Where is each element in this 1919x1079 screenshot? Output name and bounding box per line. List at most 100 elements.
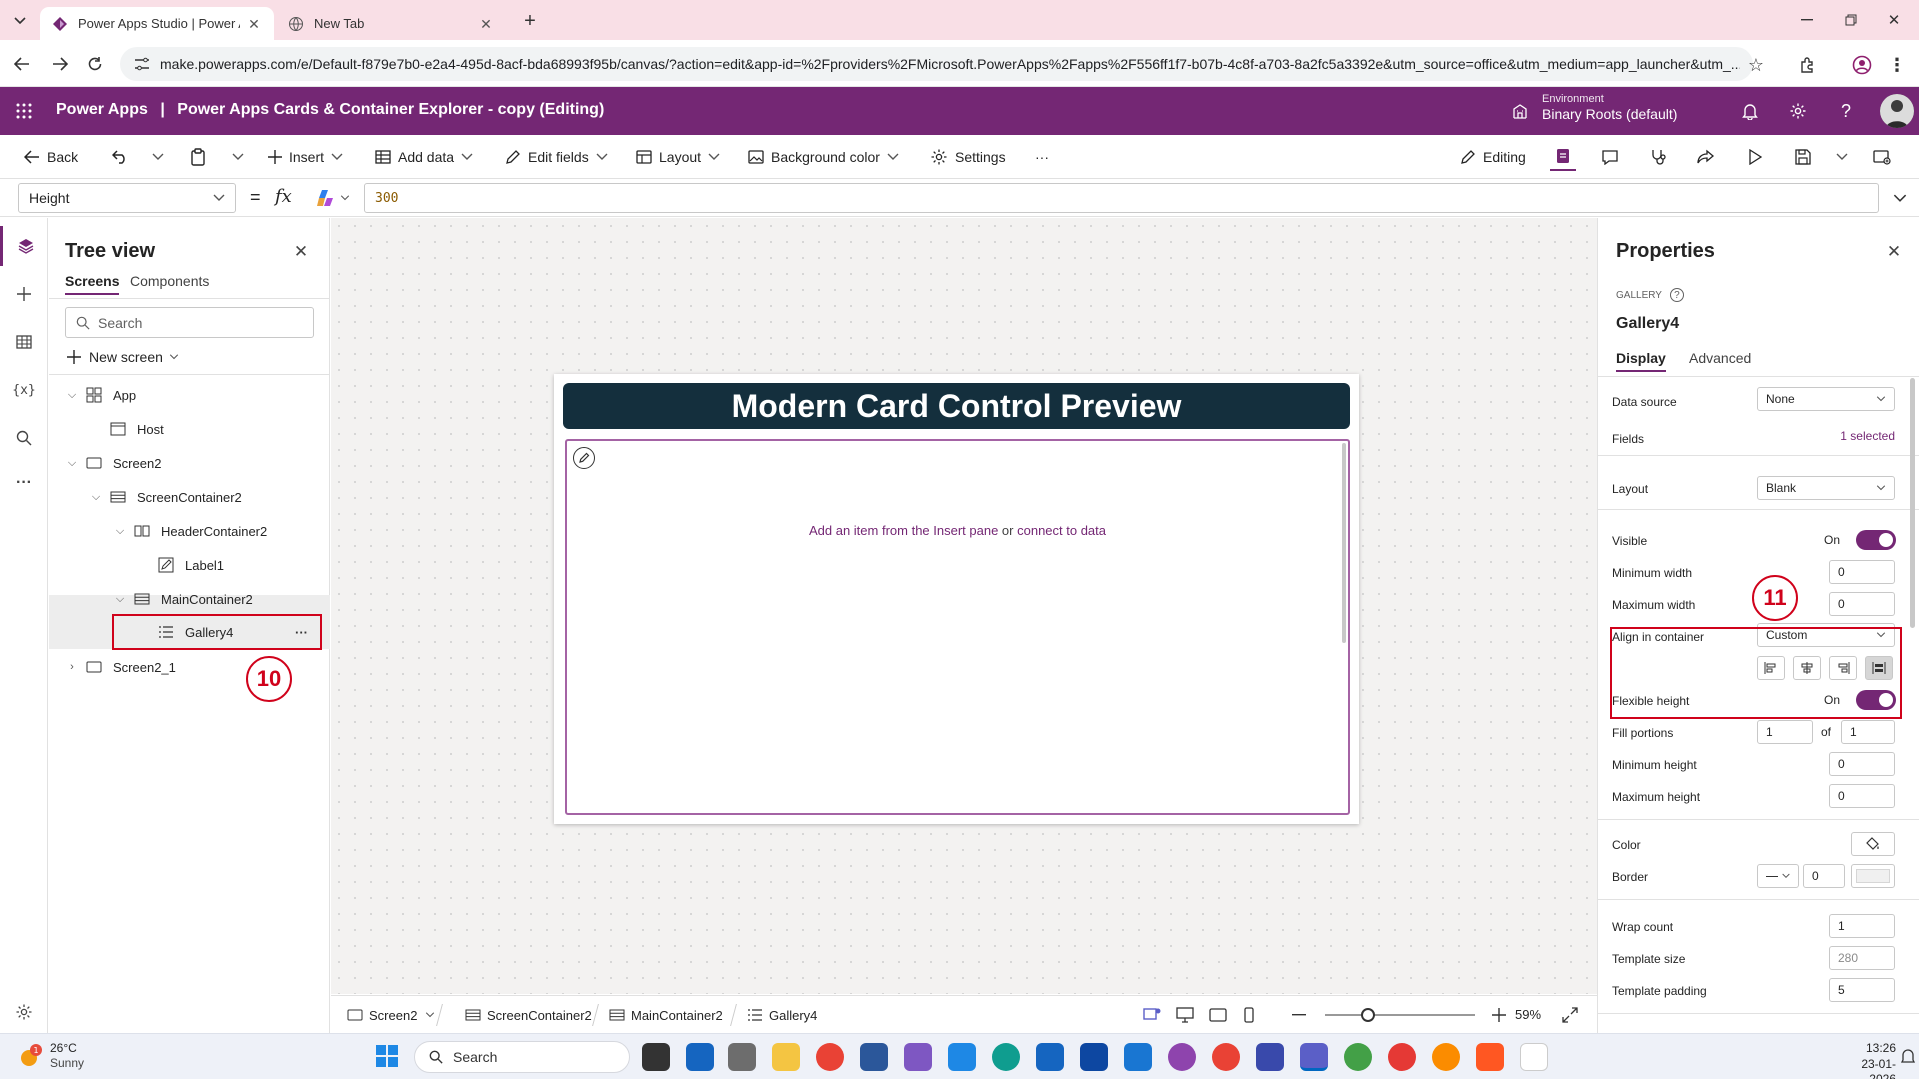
task-view-icon[interactable] — [642, 1043, 670, 1071]
chrome-profile-3-icon[interactable] — [1388, 1043, 1416, 1071]
fit-to-window-icon[interactable] — [1559, 1004, 1581, 1026]
max-height-input[interactable]: 0 — [1829, 784, 1895, 808]
chevron-down-icon[interactable]: ⌵ — [65, 389, 79, 402]
background-color-button[interactable]: Background color — [748, 135, 906, 179]
tab-advanced[interactable]: Advanced — [1689, 350, 1751, 366]
office-icon[interactable] — [1476, 1043, 1504, 1071]
store-icon[interactable] — [1036, 1043, 1064, 1071]
insert-plus-icon[interactable] — [0, 274, 48, 314]
data-table-icon[interactable] — [0, 322, 48, 362]
user-avatar[interactable] — [1880, 94, 1914, 128]
design-canvas[interactable]: Modern Card Control Preview Add an item … — [331, 218, 1597, 994]
property-dropdown[interactable]: Height — [18, 183, 236, 213]
phone-preview-icon[interactable] — [1238, 1004, 1260, 1026]
color-picker-button[interactable] — [1851, 832, 1895, 856]
template-padding-input[interactable]: 5 — [1829, 978, 1895, 1002]
fill-portions-input[interactable]: 1 — [1757, 720, 1813, 744]
add-data-button[interactable]: Add data — [375, 135, 480, 179]
file-explorer-icon[interactable] — [772, 1043, 800, 1071]
chrome-profile-4-icon[interactable] — [1432, 1043, 1460, 1071]
layout-dropdown[interactable]: Blank — [1757, 476, 1895, 500]
more-ellipsis-icon[interactable]: ··· — [0, 463, 48, 503]
screen2-preview[interactable]: Modern Card Control Preview Add an item … — [554, 374, 1359, 824]
tree-node-app[interactable]: ⌵ App — [49, 378, 330, 412]
environment-picker[interactable]: Environment Binary Roots (default) — [1542, 93, 1677, 122]
weather-widget[interactable]: 26°C Sunny — [50, 1041, 84, 1071]
zoom-slider-track[interactable] — [1325, 1014, 1475, 1016]
tab-display[interactable]: Display — [1616, 350, 1666, 372]
zoom-slider-thumb[interactable] — [1361, 1008, 1375, 1022]
wrap-count-input[interactable]: 1 — [1829, 914, 1895, 938]
bookmark-star-icon[interactable]: ☆ — [1744, 53, 1768, 77]
url-field[interactable]: make.powerapps.com/e/Default-f879e7b0-e2… — [120, 47, 1753, 81]
edit-gallery-pencil-icon[interactable] — [573, 447, 595, 469]
layout-button[interactable]: Layout — [636, 135, 727, 179]
undo-dropdown-chevron-icon[interactable] — [146, 145, 170, 169]
tab-screens[interactable]: Screens — [65, 273, 120, 295]
tree-node-screen2[interactable]: ⌵ Screen2 — [49, 446, 330, 480]
help-question-icon[interactable]: ? — [1834, 99, 1858, 123]
notification-center-icon[interactable] — [1898, 1046, 1918, 1066]
settings-gear-icon[interactable] — [1786, 99, 1810, 123]
browser-menu-icon[interactable]: ⋮ — [1885, 52, 1909, 78]
chevron-down-icon[interactable]: ⌵ — [113, 525, 127, 538]
taskbar-search[interactable]: Search — [414, 1041, 630, 1073]
help-question-icon[interactable]: ? — [1669, 288, 1684, 302]
app-name[interactable]: Power Apps — [56, 101, 148, 118]
tab-list-chevron-icon[interactable] — [8, 10, 32, 32]
outlook-icon[interactable] — [1124, 1043, 1152, 1071]
publish-icon[interactable] — [1870, 145, 1894, 169]
copilot-icon[interactable] — [1168, 1043, 1196, 1071]
weather-sun-icon[interactable]: 1 — [18, 1043, 44, 1069]
fx-icon[interactable]: fx — [275, 186, 292, 207]
undo-icon[interactable] — [108, 145, 132, 169]
breadcrumb-screencontainer2[interactable]: ScreenContainer2 — [465, 996, 592, 1034]
new-screen-button[interactable]: New screen — [67, 345, 179, 369]
reload-icon[interactable] — [83, 52, 107, 76]
border-style-dropdown[interactable] — [1757, 864, 1799, 888]
teams-device-icon[interactable] — [1141, 1004, 1163, 1026]
back-button[interactable]: Back — [24, 135, 78, 179]
tree-node-headercontainer2[interactable]: ⌵ HeaderContainer2 — [49, 514, 330, 548]
insert-button[interactable]: Insert — [268, 135, 350, 179]
chevron-right-icon[interactable]: › — [65, 661, 79, 673]
chevron-down-icon[interactable]: ⌵ — [89, 491, 103, 504]
profile-avatar-icon[interactable] — [1849, 52, 1875, 78]
settings-button[interactable]: Settings — [930, 135, 1006, 179]
edit-fields-button[interactable]: Edit fields — [505, 135, 615, 179]
health-stethoscope-icon[interactable] — [1646, 145, 1670, 169]
paste-clipboard-icon[interactable] — [186, 145, 210, 169]
browser-tab-powerapps[interactable]: Power Apps Studio | Power Apps ✕ — [40, 7, 274, 40]
visual-studio-icon[interactable] — [904, 1043, 932, 1071]
breadcrumb-gallery4[interactable]: Gallery4 — [747, 996, 817, 1034]
system-clock[interactable]: 13:26 23-01-2026 — [1836, 1041, 1896, 1079]
comments-icon[interactable] — [1598, 145, 1622, 169]
card-header-label[interactable]: Modern Card Control Preview — [563, 383, 1350, 429]
notifications-bell-icon[interactable] — [1738, 99, 1762, 123]
snipping-tool-icon[interactable] — [1520, 1043, 1548, 1071]
close-tab-icon[interactable]: ✕ — [246, 16, 262, 32]
windows-start-icon[interactable] — [374, 1043, 402, 1071]
connect-data-link[interactable]: connect to data — [1017, 523, 1106, 538]
tree-view-layers-icon[interactable] — [0, 226, 48, 266]
min-width-input[interactable]: 0 — [1829, 560, 1895, 584]
dropbox-icon[interactable] — [1080, 1043, 1108, 1071]
chrome-profile-icon[interactable] — [1212, 1043, 1240, 1071]
data-source-dropdown[interactable]: None — [1757, 387, 1895, 411]
paste-dropdown-chevron-icon[interactable] — [226, 145, 250, 169]
edge-icon[interactable] — [992, 1043, 1020, 1071]
forward-arrow-icon[interactable] — [48, 52, 72, 76]
amazon-icon[interactable] — [728, 1043, 756, 1071]
gallery4-control[interactable]: Add an item from the Insert pane or conn… — [565, 439, 1350, 815]
control-name[interactable]: Gallery4 — [1616, 315, 1679, 333]
tree-node-maincontainer2[interactable]: ⌵ MainContainer2 — [49, 582, 330, 616]
breadcrumb-screen2[interactable]: Screen2 — [347, 996, 441, 1034]
editing-mode-button[interactable]: Editing — [1460, 135, 1526, 179]
settings-gear-icon[interactable] — [0, 992, 48, 1032]
save-icon[interactable] — [1791, 145, 1815, 169]
preview-play-icon[interactable] — [1743, 145, 1767, 169]
site-info-icon[interactable] — [134, 57, 150, 71]
formula-input[interactable]: 300 — [364, 183, 1879, 213]
back-arrow-icon[interactable] — [10, 52, 34, 76]
zoom-out-minus-icon[interactable] — [1288, 1004, 1310, 1026]
